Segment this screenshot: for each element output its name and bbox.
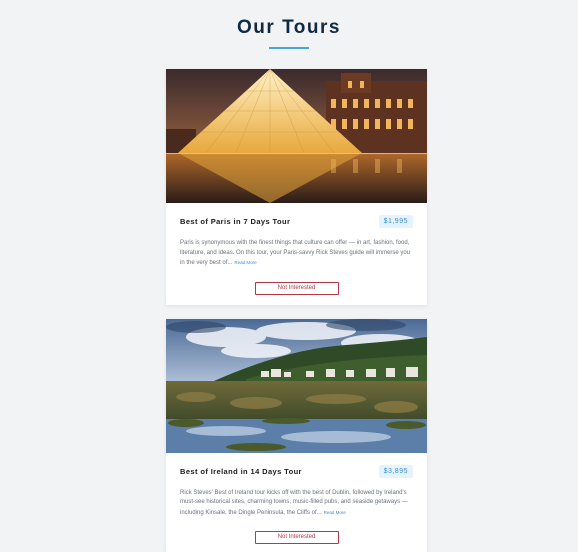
page-header: Our Tours [0, 0, 578, 49]
tour-description-text: Paris is synonymous with the finest thin… [180, 240, 411, 266]
button-row: Not Interested [180, 276, 413, 295]
title-underline [269, 47, 309, 49]
tour-description: Paris is synonymous with the finest thin… [180, 239, 413, 269]
price-badge: $1,995 [378, 215, 413, 228]
tour-list: Best of Paris in 7 Days Tour $1,995 Pari… [166, 69, 427, 552]
not-interested-button[interactable]: Not Interested [254, 281, 339, 295]
tour-title: Best of Paris in 7 Days Tour [180, 217, 291, 226]
read-more-link[interactable]: Read More [324, 510, 346, 515]
tour-card-body: Best of Ireland in 14 Days Tour $3,895 R… [166, 453, 427, 552]
tour-card: Best of Ireland in 14 Days Tour $3,895 R… [166, 318, 427, 552]
tour-card-body: Best of Paris in 7 Days Tour $1,995 Pari… [166, 203, 427, 305]
tour-description-text: Rick Steves' Best of Ireland tour kicks … [180, 489, 408, 516]
page-title: Our Tours [237, 17, 341, 38]
button-row: Not Interested [180, 525, 413, 544]
tour-card: Best of Paris in 7 Days Tour $1,995 Pari… [166, 69, 427, 305]
tours-page: Our Tours Best of Paris in 7 Days Tour $… [0, 0, 578, 552]
tour-card-header: Best of Paris in 7 Days Tour $1,995 [180, 215, 413, 228]
read-more-link[interactable]: Read More [234, 260, 256, 265]
tour-image-ireland [166, 318, 427, 453]
tour-title: Best of Ireland in 14 Days Tour [180, 466, 302, 476]
not-interested-button[interactable]: Not Interested [254, 531, 339, 544]
tour-description: Rick Steves' Best of Ireland tour kicks … [180, 489, 413, 519]
tour-image-paris [166, 69, 427, 203]
price-badge: $3,895 [378, 464, 413, 478]
tour-card-header: Best of Ireland in 14 Days Tour $3,895 [180, 464, 413, 478]
